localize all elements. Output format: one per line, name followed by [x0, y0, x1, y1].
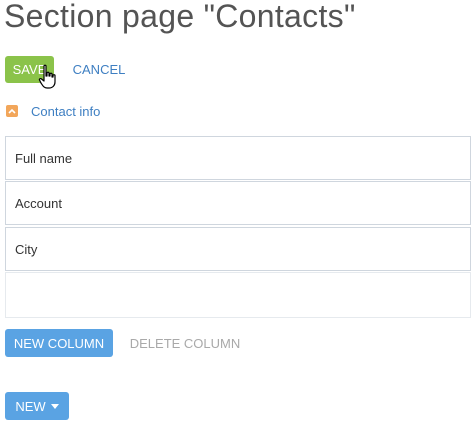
- new-column-button[interactable]: NEW COLUMN: [5, 329, 113, 357]
- new-dropdown-button[interactable]: NEW: [5, 392, 69, 420]
- field-full-name[interactable]: Full name: [5, 136, 471, 180]
- section-title[interactable]: Contact info: [31, 104, 100, 119]
- page-title: Section page "Contacts": [4, 0, 356, 34]
- field-label: Full name: [15, 150, 73, 166]
- cancel-button[interactable]: CANCEL: [68, 56, 130, 83]
- field-city[interactable]: City: [5, 227, 471, 271]
- caret-down-icon: [50, 403, 59, 409]
- field-label: City: [15, 241, 38, 257]
- field-account[interactable]: Account: [5, 181, 471, 225]
- section-collapse-toggle[interactable]: [6, 105, 18, 117]
- new-button-label: NEW: [15, 398, 46, 414]
- empty-column-slot[interactable]: [5, 272, 471, 318]
- field-label: Account: [15, 195, 62, 211]
- chevron-up-icon: [8, 108, 16, 114]
- delete-column-button[interactable]: DELETE COLUMN: [126, 329, 244, 357]
- hand-pointer-cursor-icon: [38, 64, 56, 89]
